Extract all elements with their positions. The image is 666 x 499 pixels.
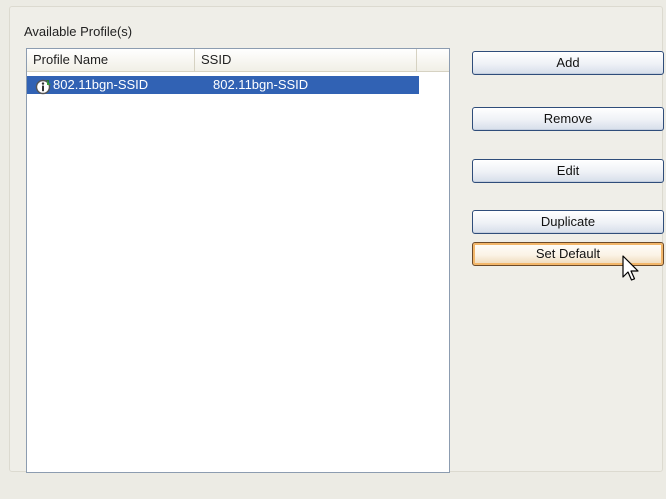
mouse-pointer-icon xyxy=(622,255,639,281)
column-header-profile-name[interactable]: Profile Name xyxy=(27,49,195,71)
ssid-cell: 802.11bgn-SSID xyxy=(213,77,309,92)
edit-button[interactable]: Edit xyxy=(472,159,664,183)
profile-row[interactable]: 802.11bgn-SSID 802.11bgn-SSID xyxy=(27,76,419,94)
profile-list-header: Profile Name SSID xyxy=(27,49,449,72)
profile-dialog: Available Profile(s) Profile Name SSID 8… xyxy=(0,0,666,499)
add-button[interactable]: Add xyxy=(472,51,664,75)
duplicate-button[interactable]: Duplicate xyxy=(472,210,664,234)
remove-button[interactable]: Remove xyxy=(472,107,664,131)
profile-name-cell: 802.11bgn-SSID xyxy=(53,77,149,92)
column-header-ssid[interactable]: SSID xyxy=(195,49,417,71)
column-header-filler xyxy=(417,49,449,71)
available-profiles-label: Available Profile(s) xyxy=(24,24,133,39)
profile-info-icon xyxy=(35,79,51,95)
profile-list[interactable]: Profile Name SSID 802.11bgn-SSID 802.11b… xyxy=(26,48,450,473)
